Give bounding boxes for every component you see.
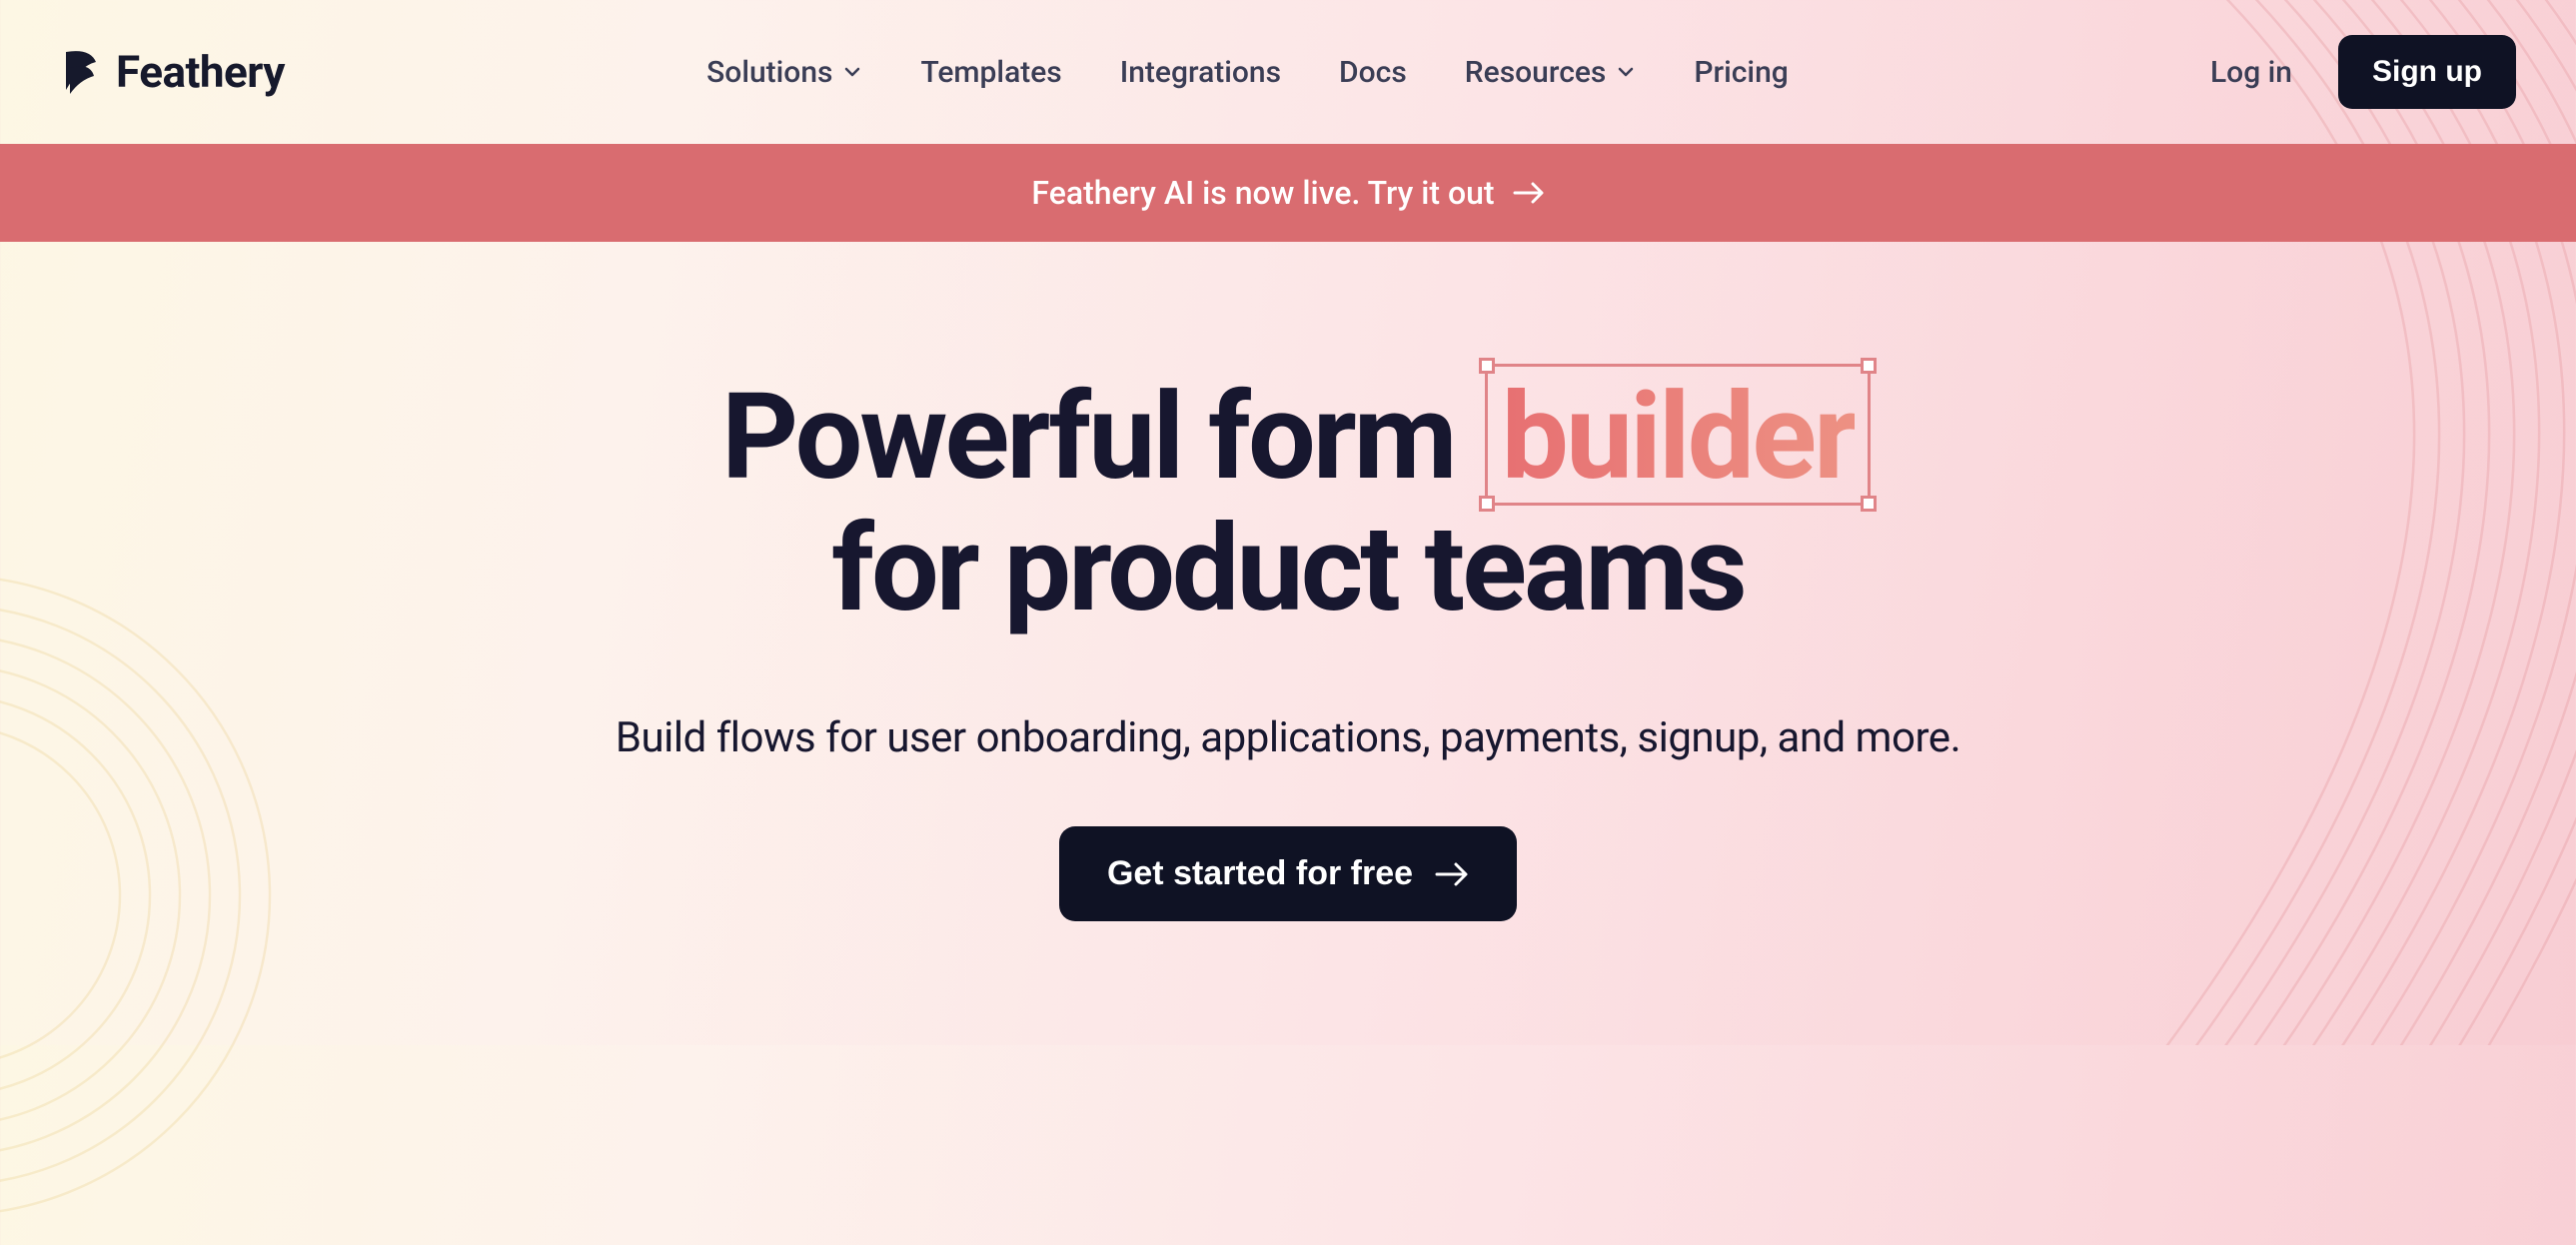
hero-title-highlight: builder [1501, 368, 1855, 508]
announcement-banner[interactable]: Feathery AI is now live. Try it out [0, 144, 2576, 242]
nav-label: Resources [1465, 55, 1607, 90]
nav-resources[interactable]: Resources [1465, 55, 1637, 90]
cta-label: Get started for free [1107, 854, 1413, 893]
nav-label: Solutions [706, 55, 832, 90]
auth-actions: Log in Sign up [2210, 35, 2516, 109]
hero-title: Powerful form builder for product teams [0, 372, 2576, 635]
nav-docs[interactable]: Docs [1339, 55, 1407, 90]
nav-label: Templates [920, 55, 1061, 90]
logo[interactable]: Feathery [60, 46, 285, 98]
hero-title-highlight-wrap: builder [1501, 372, 1855, 504]
banner-text: Feathery AI is now live. Try it out [1031, 174, 1494, 212]
chevron-down-icon [842, 62, 862, 82]
hero-title-line2: for product teams [0, 504, 2576, 635]
nav-solutions[interactable]: Solutions [706, 55, 862, 90]
main-nav: Solutions Templates Integrations Docs Re… [706, 55, 1789, 90]
arrow-right-icon [1435, 861, 1469, 887]
logo-text: Feathery [116, 46, 285, 98]
site-header: Feathery Solutions Templates Integration… [0, 0, 2576, 144]
chevron-down-icon [1616, 62, 1636, 82]
nav-label: Docs [1339, 55, 1407, 90]
nav-templates[interactable]: Templates [920, 55, 1061, 90]
selection-handle [1861, 358, 1877, 374]
nav-pricing[interactable]: Pricing [1694, 55, 1788, 90]
nav-label: Pricing [1694, 55, 1788, 90]
hero-subtitle: Build flows for user onboarding, applica… [0, 713, 2576, 762]
signup-button[interactable]: Sign up [2338, 35, 2516, 109]
selection-handle [1479, 358, 1495, 374]
nav-label: Integrations [1120, 55, 1281, 90]
get-started-button[interactable]: Get started for free [1059, 826, 1517, 921]
hero-title-pre: Powerful form [721, 368, 1455, 508]
login-link[interactable]: Log in [2210, 55, 2292, 90]
hero-section: Powerful form builder for product teams … [0, 242, 2576, 921]
nav-integrations[interactable]: Integrations [1120, 55, 1281, 90]
arrow-right-icon [1513, 181, 1545, 205]
feathery-logo-icon [60, 48, 100, 96]
